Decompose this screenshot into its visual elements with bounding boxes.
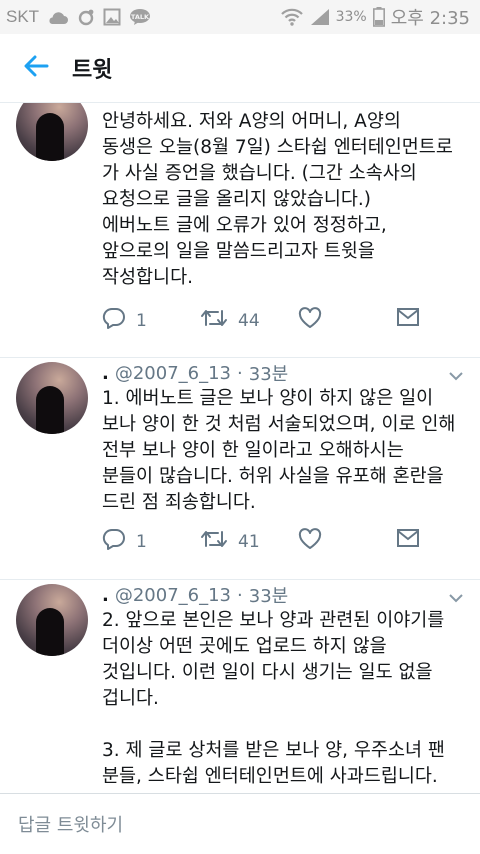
- avatar[interactable]: [16, 362, 88, 434]
- carrier-label: SKT: [6, 7, 40, 26]
- battery-icon: [372, 7, 385, 27]
- user-handle[interactable]: @2007_6_13: [115, 363, 231, 384]
- sync-icon: [77, 8, 95, 26]
- heart-icon: [298, 307, 322, 334]
- tweet-actions: 1 41: [100, 528, 430, 556]
- separator-dot: ·: [237, 584, 243, 606]
- reply-bar[interactable]: 답글 트윗하기: [0, 793, 480, 854]
- clock: 오후 2:35: [390, 8, 470, 29]
- battery-percent: 33%: [335, 9, 367, 25]
- retweet-button[interactable]: 44: [200, 307, 260, 334]
- retweet-icon: [200, 528, 228, 555]
- display-name: .: [102, 362, 109, 384]
- share-button[interactable]: [396, 307, 420, 332]
- mail-icon: [396, 528, 420, 553]
- tweet-time: 33분: [248, 586, 289, 607]
- chevron-down-icon[interactable]: [448, 366, 464, 385]
- tweet-time: 33분: [248, 364, 289, 385]
- app-header: 트윗: [0, 34, 480, 103]
- reply-count: 1: [136, 310, 147, 331]
- retweet-icon: [200, 307, 228, 334]
- retweet-count: 44: [238, 310, 260, 331]
- like-button[interactable]: [298, 528, 322, 555]
- reply-button[interactable]: 1: [102, 528, 147, 555]
- page-title: 트윗: [72, 58, 113, 83]
- image-icon: [103, 8, 121, 26]
- separator-dot: ·: [237, 362, 243, 384]
- thread-feed[interactable]: 안녕하세요. 저와 A양의 어머니, A양의 동생은 오늘(8월 7일) 스타쉽…: [0, 103, 480, 793]
- back-button[interactable]: [0, 34, 72, 102]
- display-name: .: [102, 584, 109, 606]
- tweet-0[interactable]: 안녕하세요. 저와 A양의 어머니, A양의 동생은 오늘(8월 7일) 스타쉽…: [0, 103, 480, 358]
- cloud-icon: [47, 9, 69, 25]
- mail-icon: [396, 307, 420, 332]
- reply-icon: [102, 528, 126, 555]
- tweet-2[interactable]: . @2007_6_13 · 33분 2. 앞으로 본인은 보나 양과 관련된 …: [0, 580, 480, 793]
- arrow-left-icon: [23, 55, 49, 81]
- tweet-text: 1. 에버노트 글은 보나 양이 하지 않은 일이 보나 양이 한 것 처럼 서…: [102, 388, 456, 513]
- svg-text:TALK: TALK: [131, 13, 150, 21]
- heart-icon: [298, 528, 322, 555]
- like-button[interactable]: [298, 307, 322, 334]
- status-bar: SKT TALK 33% 오후 2:35: [0, 0, 480, 34]
- reply-icon: [102, 307, 126, 334]
- avatar[interactable]: [16, 584, 88, 656]
- reply-input-placeholder[interactable]: 답글 트윗하기: [18, 811, 123, 837]
- tweet-text: 2. 앞으로 본인은 보나 양과 관련된 이야기를 더이상 어떤 곳에도 업로드…: [102, 610, 445, 787]
- user-handle[interactable]: @2007_6_13: [115, 585, 231, 606]
- tweet-header: . @2007_6_13 · 33분: [102, 360, 288, 386]
- reply-count: 1: [136, 531, 147, 552]
- chevron-down-icon[interactable]: [448, 588, 464, 607]
- retweet-button[interactable]: 41: [200, 528, 260, 555]
- tweet-header: . @2007_6_13 · 33분: [102, 582, 288, 608]
- share-button[interactable]: [396, 528, 420, 553]
- avatar[interactable]: [16, 103, 88, 161]
- tweet-actions: 1 44: [100, 307, 430, 335]
- tweet-text: 안녕하세요. 저와 A양의 어머니, A양의 동생은 오늘(8월 7일) 스타쉽…: [102, 111, 453, 288]
- signal-icon: [310, 8, 330, 26]
- reply-button[interactable]: 1: [102, 307, 147, 334]
- wifi-icon: [280, 7, 304, 27]
- retweet-count: 41: [238, 531, 260, 552]
- talk-icon: TALK: [129, 8, 151, 26]
- tweet-1[interactable]: . @2007_6_13 · 33분 1. 에버노트 글은 보나 양이 하지 않…: [0, 358, 480, 580]
